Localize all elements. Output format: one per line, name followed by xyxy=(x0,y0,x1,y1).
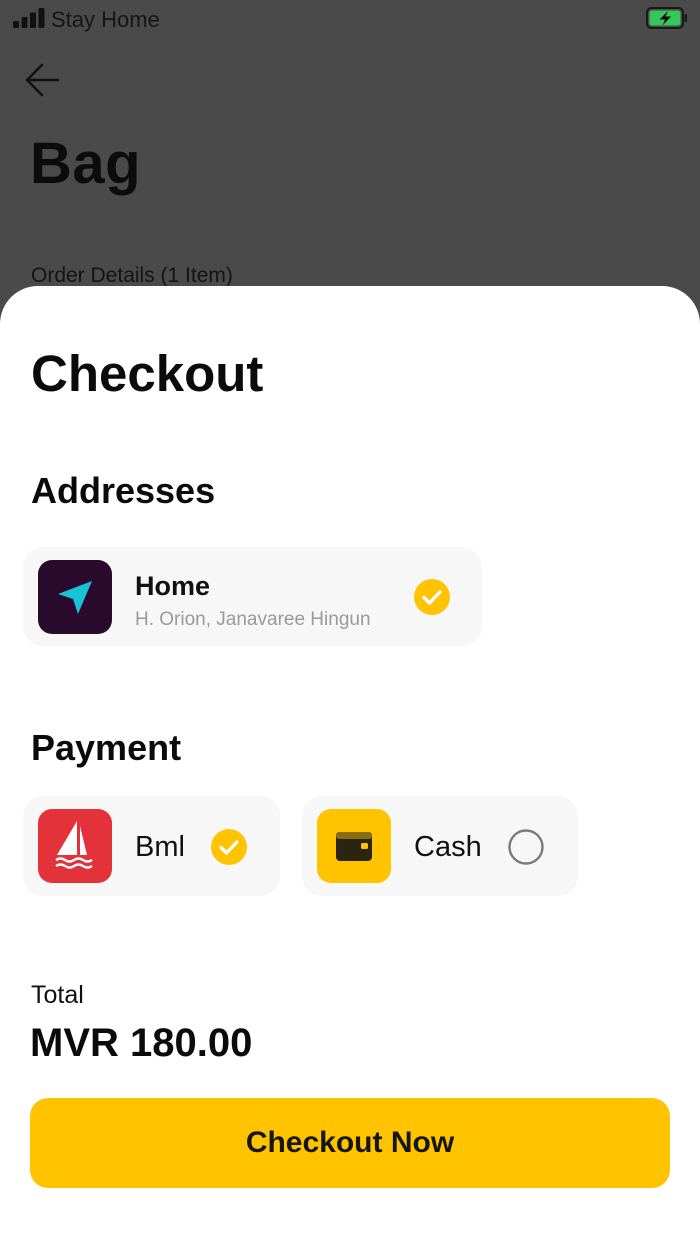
total-label: Total xyxy=(31,981,84,1009)
total-amount: MVR 180.00 xyxy=(30,1021,253,1065)
navigation-arrow-icon xyxy=(58,581,92,614)
address-line: H. Orion, Janavaree Hingun xyxy=(135,609,371,630)
wallet-icon xyxy=(336,832,372,861)
back-arrow-icon[interactable] xyxy=(22,60,64,100)
address-card-home[interactable]: Home H. Orion, Janavaree Hingun xyxy=(23,547,482,646)
check-circle-icon xyxy=(211,829,247,865)
carrier-name: Stay Home xyxy=(51,7,160,32)
checkout-title: Checkout xyxy=(31,345,264,402)
sailboat-logo-icon xyxy=(55,821,93,869)
checkout-sheet: Checkout Addresses Home H. Orion, Janava… xyxy=(0,286,700,1244)
battery-charging-icon xyxy=(646,7,687,29)
bml-logo-tile xyxy=(38,809,112,883)
page-title: Bag xyxy=(30,131,142,196)
check-circle-icon xyxy=(414,579,450,615)
cash-tile xyxy=(317,809,391,883)
payment-label-cash: Cash xyxy=(414,831,482,863)
radio-unselected-icon xyxy=(508,829,544,865)
checkout-now-button[interactable]: Checkout Now xyxy=(30,1098,670,1188)
addresses-heading: Addresses xyxy=(31,470,216,511)
payment-label-bml: Bml xyxy=(135,831,185,863)
signal-icon xyxy=(13,8,45,28)
payment-heading: Payment xyxy=(31,727,182,768)
status-bar: Stay Home xyxy=(0,0,700,40)
payment-option-bml[interactable]: Bml xyxy=(23,796,280,896)
navigation-tile xyxy=(38,560,112,634)
payment-option-cash[interactable]: Cash xyxy=(302,796,578,896)
address-name: Home xyxy=(135,571,211,601)
